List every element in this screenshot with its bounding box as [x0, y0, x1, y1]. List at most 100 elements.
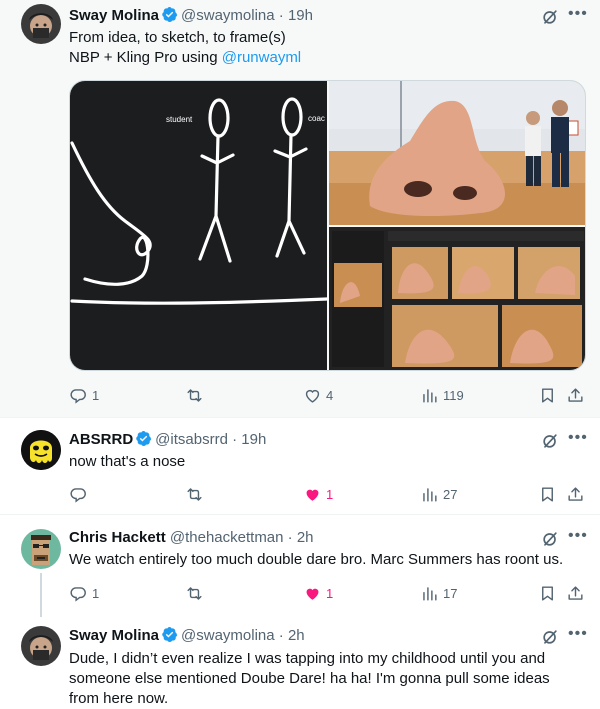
- verified-icon: [135, 430, 152, 447]
- views-button[interactable]: 17: [420, 582, 457, 604]
- more-icon[interactable]: •••: [568, 5, 588, 23]
- reply-count: 1: [92, 387, 100, 403]
- verified-icon: [161, 6, 178, 23]
- view-count: 27: [443, 486, 458, 502]
- tweet-header: Sway Molina @swaymolina · 19h: [69, 6, 313, 26]
- reply-icon: [69, 386, 88, 405]
- avatar[interactable]: [21, 626, 61, 666]
- share-button[interactable]: [566, 483, 585, 505]
- like-count: 1: [326, 486, 334, 502]
- gym-nose-image[interactable]: [329, 81, 586, 225]
- view-count: 17: [443, 585, 458, 601]
- author-handle[interactable]: @swaymolina: [181, 627, 275, 644]
- like-icon: [303, 485, 322, 504]
- mention-link[interactable]: @runwayml: [222, 49, 301, 66]
- grok-icon[interactable]: [540, 627, 560, 647]
- reply-tweet[interactable]: ABSRRD @itsabsrrd · 19h ••• now that's a …: [0, 418, 600, 514]
- retweet-icon: [185, 584, 204, 603]
- bookmark-button[interactable]: [538, 582, 557, 604]
- tweet-text-line: From idea, to sketch, to frame(s): [69, 29, 286, 46]
- views-icon: [420, 386, 439, 405]
- tweet-text-line: Dude, I didn’t even realize I was tappin…: [69, 650, 546, 667]
- tweet-text: From idea, to sketch, to frame(s) NBP + …: [69, 28, 301, 68]
- thread-line: [40, 573, 42, 617]
- tweet-actions: 1 4 119: [69, 384, 589, 406]
- tweet-header: ABSRRD @itsabsrrd · 19h: [69, 430, 266, 450]
- tweet-main[interactable]: Sway Molina @swaymolina · 19h ••• From id…: [0, 0, 600, 417]
- bookmark-button[interactable]: [538, 384, 557, 406]
- tweet-header: Chris Hackett @thehackettman · 2h: [69, 528, 314, 548]
- retweet-icon: [185, 485, 204, 504]
- avatar[interactable]: [21, 529, 61, 569]
- timestamp[interactable]: · 2h: [288, 529, 314, 546]
- grok-icon[interactable]: [540, 431, 560, 451]
- media-grid[interactable]: student coac: [69, 80, 586, 371]
- grok-icon[interactable]: [540, 529, 560, 549]
- media-images: student coac: [70, 81, 586, 371]
- avatar[interactable]: [21, 430, 61, 470]
- verified-icon: [161, 626, 178, 643]
- tweet-actions: 1 1 17: [69, 582, 589, 604]
- retweet-icon: [185, 386, 204, 405]
- more-icon[interactable]: •••: [568, 429, 588, 447]
- timestamp[interactable]: · 19h: [232, 431, 266, 448]
- like-count: 1: [326, 585, 334, 601]
- tweet-header: Sway Molina @swaymolina · 2h: [69, 626, 305, 646]
- tweet-text-prefix: NBP + Kling Pro using: [69, 49, 222, 66]
- timestamp[interactable]: · 19h: [279, 7, 313, 24]
- author-handle[interactable]: @itsabsrrd: [155, 431, 228, 448]
- author-handle[interactable]: @swaymolina: [181, 7, 275, 24]
- reply-button[interactable]: [69, 483, 92, 505]
- share-icon: [566, 386, 585, 405]
- author-name[interactable]: Sway Molina: [69, 7, 159, 24]
- timestamp[interactable]: · 2h: [279, 627, 305, 644]
- like-button[interactable]: 4: [303, 384, 333, 406]
- views-button[interactable]: 27: [420, 483, 457, 505]
- tweet-text-line: from here now.: [69, 690, 169, 707]
- views-icon: [420, 485, 439, 504]
- avatar[interactable]: [21, 4, 61, 44]
- tweet-text: Dude, I didn’t even realize I was tappin…: [69, 649, 550, 709]
- like-count: 4: [326, 387, 334, 403]
- like-button[interactable]: 1: [303, 483, 333, 505]
- tweet-text-line: NBP + Kling Pro using @runwayml: [69, 48, 301, 68]
- bookmark-icon: [538, 386, 557, 405]
- reply-icon: [69, 485, 88, 504]
- bookmark-icon: [538, 584, 557, 603]
- reply-count: 1: [92, 585, 100, 601]
- share-icon: [566, 485, 585, 504]
- tweet-text: We watch entirely too much double dare b…: [69, 551, 564, 568]
- collage-image[interactable]: [329, 227, 586, 371]
- tweet-text: now that's a nose: [69, 453, 186, 470]
- retweet-button[interactable]: [185, 483, 208, 505]
- sketch-label-student: student: [166, 115, 193, 124]
- more-icon[interactable]: •••: [568, 527, 588, 545]
- retweet-button[interactable]: [185, 384, 208, 406]
- share-button[interactable]: [566, 384, 585, 406]
- views-icon: [420, 584, 439, 603]
- reply-button[interactable]: 1: [69, 582, 99, 604]
- share-button[interactable]: [566, 582, 585, 604]
- like-icon: [303, 386, 322, 405]
- like-icon: [303, 584, 322, 603]
- author-name[interactable]: Sway Molina: [69, 627, 159, 644]
- author-name[interactable]: Chris Hackett: [69, 529, 166, 546]
- bookmark-button[interactable]: [538, 483, 557, 505]
- bookmark-icon: [538, 485, 557, 504]
- share-icon: [566, 584, 585, 603]
- author-handle[interactable]: @thehackettman: [170, 529, 284, 546]
- sketch-label-coach: coac: [308, 114, 325, 123]
- tweet-actions: 1 27: [69, 483, 589, 505]
- grok-icon[interactable]: [540, 7, 560, 27]
- view-count: 119: [443, 387, 464, 403]
- author-name[interactable]: ABSRRD: [69, 431, 133, 448]
- reply-tweet[interactable]: Chris Hackett @thehackettman · 2h ••• We…: [0, 515, 600, 617]
- reply-icon: [69, 584, 88, 603]
- reply-button[interactable]: 1: [69, 384, 99, 406]
- more-icon[interactable]: •••: [568, 625, 588, 643]
- reply-tweet[interactable]: Sway Molina @swaymolina · 2h ••• Dude, I …: [0, 617, 600, 707]
- retweet-button[interactable]: [185, 582, 208, 604]
- views-button[interactable]: 119: [420, 384, 464, 406]
- tweet-text-line: someone else mentioned Doube Dare! ha ha…: [69, 670, 550, 687]
- like-button[interactable]: 1: [303, 582, 333, 604]
